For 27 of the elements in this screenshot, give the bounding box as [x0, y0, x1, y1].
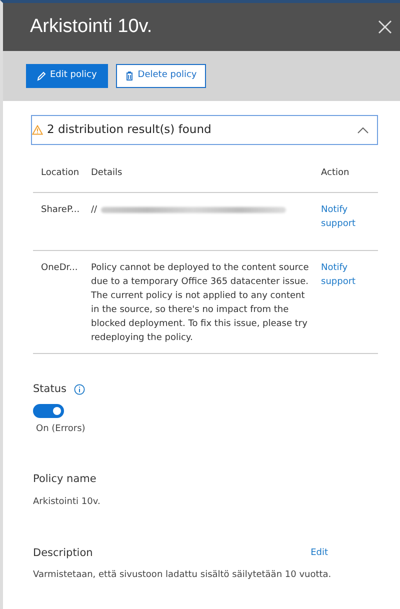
status-toggle[interactable] [33, 404, 64, 418]
field-label: Policy name [33, 472, 96, 488]
chevron-up-icon [357, 126, 369, 134]
column-header: Details [91, 168, 122, 178]
results-summary: 2 distribution result(s) found [47, 121, 212, 138]
trash-icon [124, 71, 134, 81]
column-header: Location [41, 168, 80, 178]
edit-link[interactable]: Edit [310, 546, 328, 560]
results-expander[interactable]: 2 distribution result(s) found [31, 115, 378, 145]
warning-icon [32, 125, 43, 135]
field-value: Arkistointi 10v. [33, 496, 102, 509]
edit-button[interactable]: Edit policy [26, 64, 108, 88]
location-cell: OneDr... [41, 263, 78, 273]
field-label: Description [33, 546, 93, 560]
notify-support-link[interactable]: Notify support [321, 261, 378, 289]
info-icon[interactable] [74, 384, 86, 396]
delete-button[interactable]: Delete policy [116, 64, 206, 88]
notify-support-link[interactable]: Notify support [321, 203, 378, 231]
status-label: Status [33, 382, 66, 397]
field-value: Varmistetaan, että sivustoon ladattu sisältö säilytetään 10 vuotta. [33, 569, 332, 582]
panel-title: Arkistointi 10v. [30, 14, 152, 39]
details-cell-text: // [91, 204, 98, 217]
location-cell: ShareP... [41, 205, 80, 215]
column-header: Action [321, 168, 350, 178]
status-value: On (Errors) [35, 422, 86, 436]
pencil-icon [37, 71, 46, 81]
details-cell-text: Policy cannot be deployed to the content source due to a temporary Office 365 datacenter issue. The current policy is not applied to any content in the source, so there's no impact from the blocked deployment. To fix this issue, please try redeploying the policy. [91, 262, 310, 345]
